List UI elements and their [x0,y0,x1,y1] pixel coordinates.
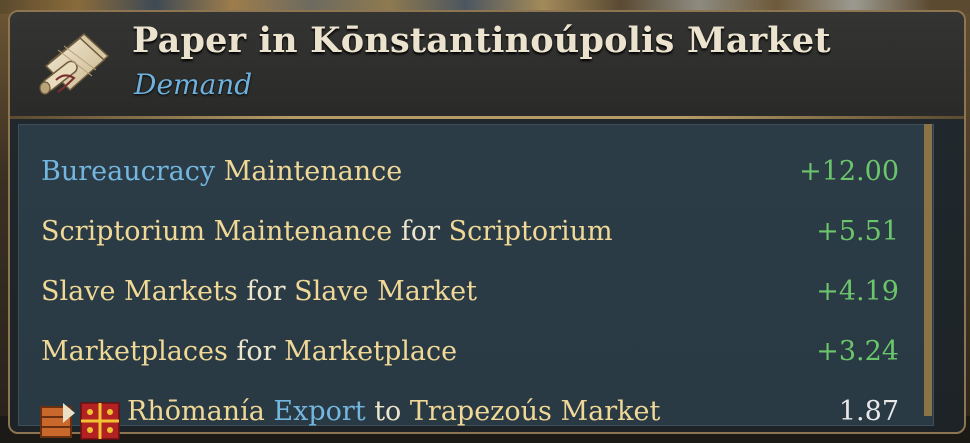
demand-row-label: Scriptorium Maintenance for Scriptorium [41,216,613,247]
demand-row-label-part: Slave Markets [41,276,238,307]
row-icons [40,402,120,440]
demand-row-value: +4.19 [816,276,899,307]
demand-row-label-part: to [365,396,410,427]
demand-row[interactable]: Marketplaces for Marketplace +3.24 [19,323,905,383]
demand-row-value: +3.24 [816,336,899,367]
demand-row-label-part: Slave Market [294,276,477,307]
demand-row-label-part: Scriptorium [448,216,613,247]
demand-row-label: Bureaucracy Maintenance [41,156,402,187]
rhomania-flag-icon [80,402,120,440]
demand-row-label-part: Marketplaces [41,336,228,367]
demand-row-label-part: Maintenance [215,156,403,187]
demand-row[interactable]: Scriptorium Maintenance for Scriptorium +… [19,203,905,263]
trade-route-icon [40,403,75,438]
tooltip-header: Paper in Kōnstantinoúpolis Market Demand [10,12,964,116]
demand-row-value: 1.87 [838,396,899,427]
paper-goods-icon [39,33,110,95]
demand-row-label-part[interactable]: Export [265,396,365,427]
list-scrollbar[interactable] [924,124,932,416]
demand-row-label-part[interactable]: Bureaucracy [41,156,215,187]
demand-row[interactable]: Rhōmanía Export to Trapezoús Market 1.87 [19,383,905,443]
demand-row-label-part: for [227,336,285,367]
demand-row-label: Marketplaces for Marketplace [41,336,457,367]
demand-list: Bureaucracy Maintenance +12.00 Scriptorium… [18,124,934,440]
demand-row-label-part: for [237,276,295,307]
demand-row[interactable]: Slave Markets for Slave Market +4.19 [19,263,905,323]
demand-row-label-part: for [392,216,449,247]
tooltip-title: Paper in Kōnstantinoúpolis Market [132,20,831,61]
demand-row-label: Slave Markets for Slave Market [41,276,477,307]
demand-row-label: Rhōmanía Export to Trapezoús Market [127,396,660,427]
demand-row-label-part: Trapezoús Market [409,396,661,427]
demand-row-value: +12.00 [799,156,899,187]
tooltip-subtitle: Demand [134,68,253,101]
demand-row-label-part: Marketplace [284,336,458,367]
demand-row-label-part: Scriptorium Maintenance [41,216,393,247]
demand-row-value: +5.51 [816,216,899,247]
demand-row-label-part: Rhōmanía [127,396,265,427]
demand-row[interactable]: Bureaucracy Maintenance +12.00 [19,143,905,203]
